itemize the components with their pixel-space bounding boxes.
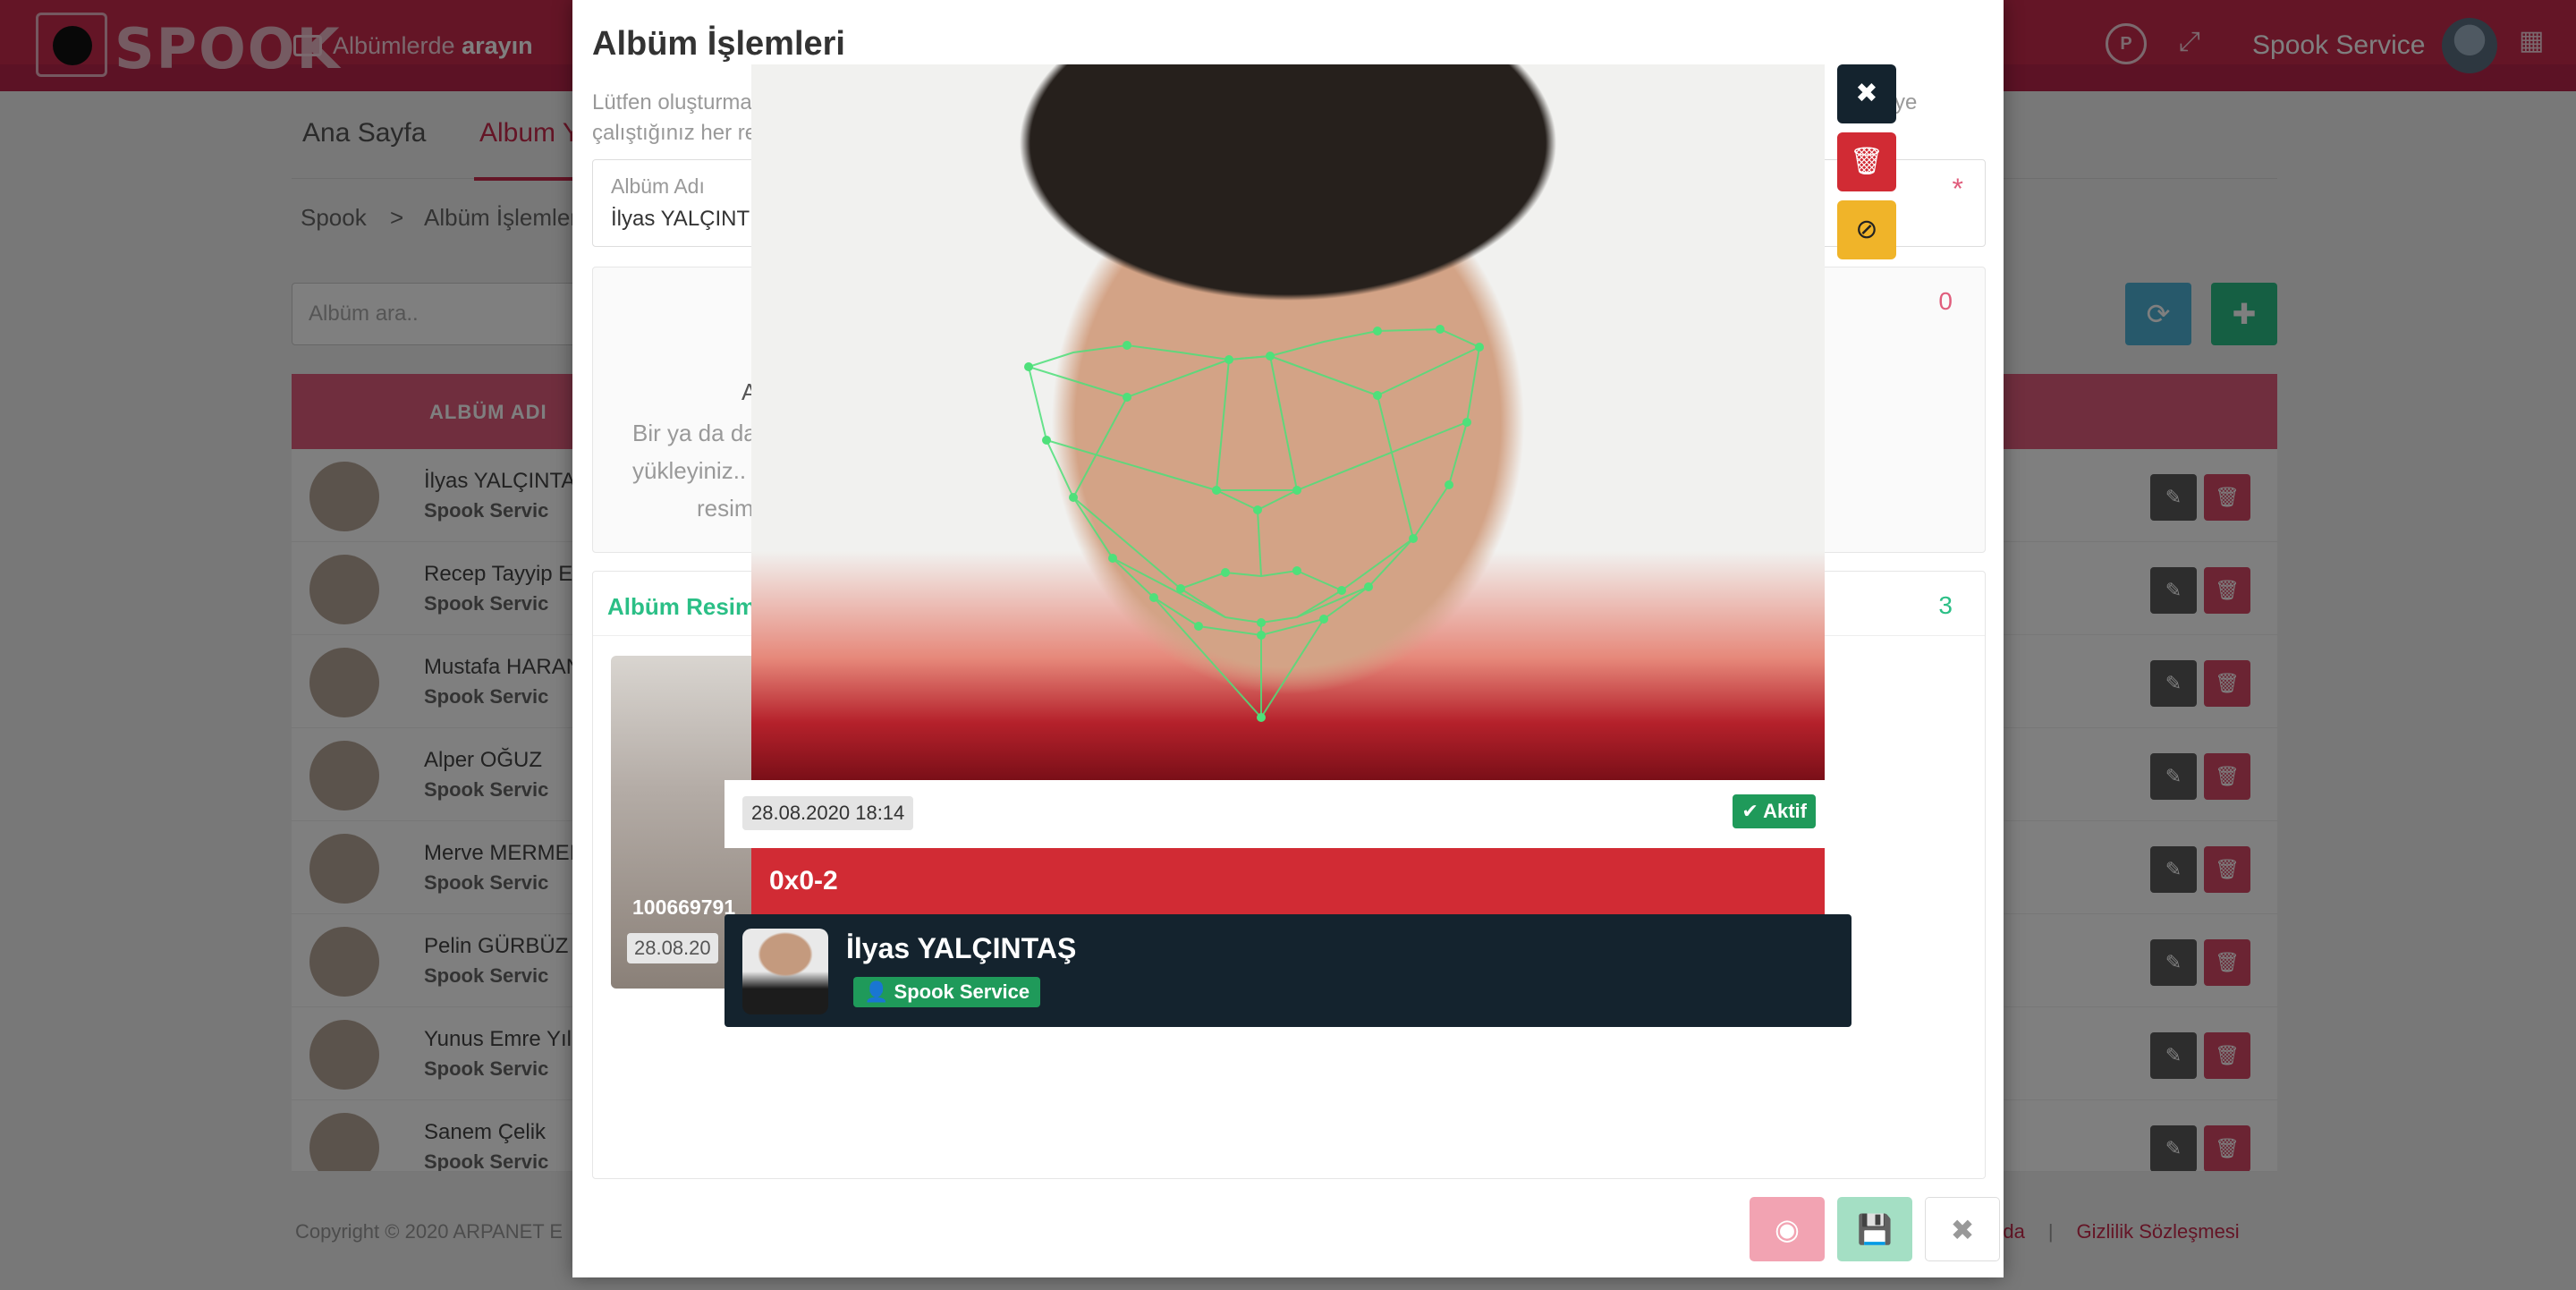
upload-hint-3: resim — [697, 495, 754, 522]
save-button[interactable]: 💾 — [1837, 1197, 1912, 1261]
close-modal-button[interactable]: ✖ — [1925, 1197, 2000, 1261]
upload-count: 0 — [1938, 287, 1953, 315]
trash-icon: 🗑 — [1849, 147, 1885, 176]
face-landmark-mesh — [1024, 325, 1484, 722]
images-title: Albüm Resim — [607, 593, 757, 620]
ban-icon: ⊘ — [1855, 215, 1878, 244]
images-count: 3 — [1938, 591, 1953, 619]
upload-hint-1: Bir ya da da — [632, 420, 757, 446]
delete-image-button[interactable]: 🗑 — [1837, 132, 1896, 191]
face-id: 0x0-2 — [769, 866, 838, 895]
close-icon: ✖ — [1855, 79, 1878, 108]
close-viewer-button[interactable]: ✖ — [1837, 64, 1896, 123]
person-tag: 👤 Spook Service — [853, 977, 1041, 1007]
field-label: Albüm Adı — [611, 174, 705, 198]
required-mark: * — [1952, 173, 1963, 205]
camera-button[interactable]: ◉ — [1750, 1197, 1825, 1261]
modal-title: Albüm İşlemleri — [592, 25, 845, 63]
person-avatar — [742, 929, 828, 1014]
desc-line-2: çalıştığınız her re — [592, 121, 758, 145]
person-tag-label: Spook Service — [894, 980, 1030, 1003]
image-info-bar: 28.08.2020 18:14 ✔ Aktif — [724, 780, 1834, 848]
face-photo — [751, 64, 1825, 780]
field-value[interactable]: İlyas YALÇINT — [611, 207, 750, 232]
status-label: Aktif — [1763, 800, 1807, 822]
status-badge: ✔ Aktif — [1733, 794, 1816, 828]
thumb-id: 100669791 — [632, 895, 736, 919]
upload-hint-2: yükleyiniz.. — [632, 457, 747, 484]
person-name: İlyas YALÇINTAŞ — [846, 932, 1077, 964]
check-icon: ✔ — [1741, 800, 1764, 822]
desc-line-1: Lütfen oluşturma — [592, 90, 752, 115]
deactivate-button[interactable]: ⊘ — [1837, 200, 1896, 259]
thumb-date: 28.08.20 — [627, 933, 718, 963]
image-date: 28.08.2020 18:14 — [742, 796, 914, 830]
face-id-bar: 0x0-2 — [751, 848, 1825, 914]
user-icon: 👤 — [864, 980, 894, 1003]
person-card: İlyas YALÇINTAŞ 👤 Spook Service — [724, 914, 1852, 1027]
